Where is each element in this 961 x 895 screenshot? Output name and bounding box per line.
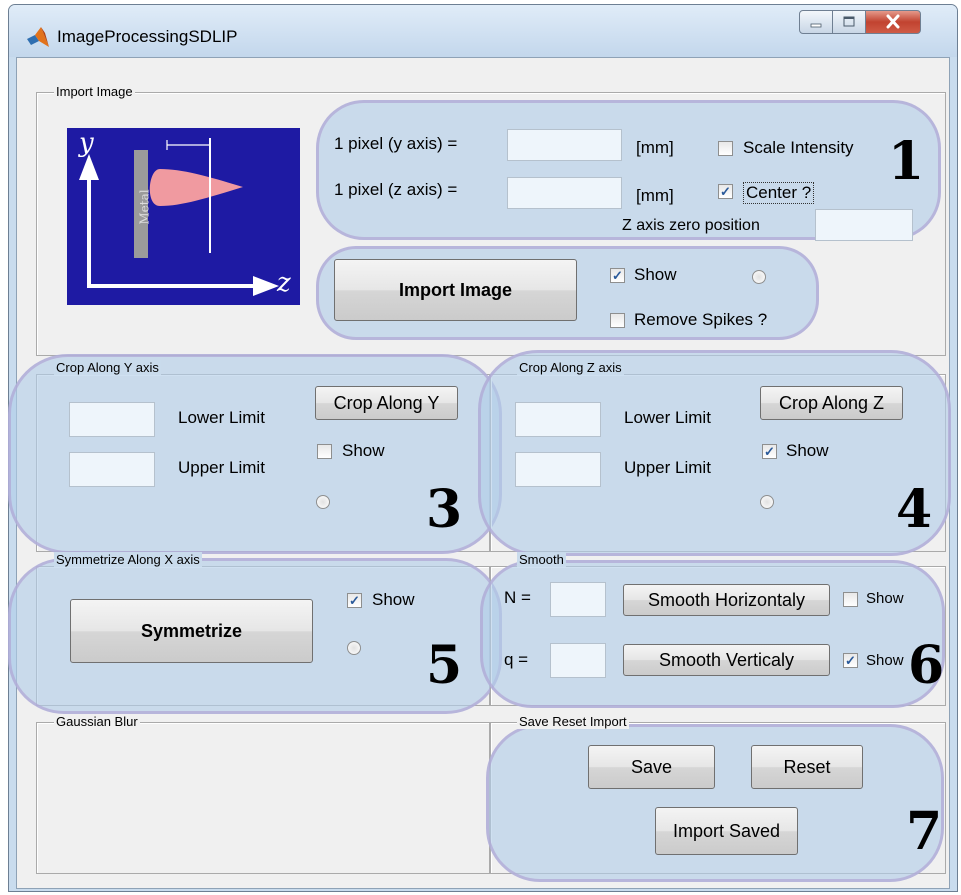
smooth-title: Smooth [517, 552, 566, 567]
symmetrize-radio[interactable] [347, 641, 361, 655]
smooth-vertical-button-label: Smooth Verticaly [658, 649, 795, 670]
diagram-svg [79, 138, 279, 296]
region-4-number: 4 [896, 479, 933, 540]
save-reset-title: Save Reset Import [517, 714, 629, 729]
smooth-horizontal-button[interactable]: Smooth Horizontaly [623, 584, 830, 616]
smooth-v-show-label: Show [866, 652, 904, 669]
smooth-q-input[interactable] [550, 643, 606, 678]
symmetrize-button[interactable]: Symmetrize [70, 599, 313, 663]
diagram-z-label: z [277, 268, 291, 298]
reset-button[interactable]: Reset [751, 745, 863, 789]
crop-y-title: Crop Along Y axis [54, 360, 161, 375]
diagram-metal-label: Metal [137, 189, 152, 225]
save-button-label: Save [630, 756, 673, 777]
import-saved-button-label: Import Saved [672, 820, 781, 841]
scale-intensity-label: Scale Intensity [743, 138, 854, 157]
import-image-button[interactable]: Import Image [334, 259, 577, 321]
import-radio[interactable] [752, 270, 766, 284]
crop-y-lower-label: Lower Limit [178, 408, 265, 427]
crop-z-lower-input[interactable] [515, 402, 601, 437]
import-image-button-label: Import Image [398, 279, 513, 300]
matlab-icon [27, 27, 49, 47]
region-6-number: 6 [908, 635, 945, 696]
crop-z-show-checkbox[interactable]: ✓ [762, 444, 777, 459]
smooth-n-label: N = [504, 588, 531, 607]
gaussian-blur-title: Gaussian Blur [54, 714, 140, 729]
symmetrize-show-label: Show [372, 590, 415, 609]
import-show-label: Show [634, 265, 677, 284]
center-label: Center ? [743, 182, 815, 204]
smooth-vertical-button[interactable]: Smooth Verticaly [623, 644, 830, 676]
region-3-number: 3 [426, 479, 463, 540]
remove-spikes-label: Remove Spikes ? [634, 310, 768, 329]
symmetrize-title: Symmetrize Along X axis [54, 552, 202, 567]
crop-y-show-checkbox[interactable] [317, 444, 332, 459]
close-icon [886, 14, 900, 29]
crop-y-upper-input[interactable] [69, 452, 155, 487]
z-zero-label: Z axis zero position [622, 217, 760, 234]
crop-y-lower-input[interactable] [69, 402, 155, 437]
region-5-number: 5 [426, 635, 463, 696]
minimize-button[interactable] [799, 10, 833, 34]
unit-y-label: [mm] [636, 138, 674, 157]
symmetrize-show-checkbox[interactable]: ✓ [347, 593, 362, 608]
crop-z-radio[interactable] [760, 495, 774, 509]
pixel-z-label: 1 pixel (z axis) = [334, 180, 458, 199]
crop-z-button[interactable]: Crop Along Z [760, 386, 903, 420]
crop-z-show-label: Show [786, 441, 829, 460]
crop-y-button[interactable]: Crop Along Y [315, 386, 458, 420]
crop-y-radio[interactable] [316, 495, 330, 509]
pixel-z-input[interactable] [507, 177, 622, 209]
center-checkbox[interactable]: ✓ [718, 184, 733, 199]
smooth-horizontal-button-label: Smooth Horizontaly [647, 589, 806, 610]
maximize-icon [843, 16, 855, 27]
title-bar[interactable]: ImageProcessingSDLIP [9, 5, 957, 57]
import-show-checkbox[interactable]: ✓ [610, 268, 625, 283]
pixel-y-input[interactable] [507, 129, 622, 161]
diagram-y-label: y [79, 128, 94, 158]
crop-y-upper-label: Upper Limit [178, 458, 265, 477]
minimize-icon [810, 23, 822, 28]
reset-button-label: Reset [783, 756, 831, 777]
smooth-v-show-checkbox[interactable]: ✓ [843, 653, 858, 668]
smooth-h-show-checkbox[interactable] [843, 592, 858, 607]
save-button[interactable]: Save [588, 745, 715, 789]
crop-z-title: Crop Along Z axis [517, 360, 624, 375]
close-button[interactable] [865, 10, 921, 34]
smooth-h-show-label: Show [866, 590, 904, 607]
maximize-button[interactable] [832, 10, 866, 34]
crop-y-button-label: Crop Along Y [333, 392, 440, 413]
crop-z-upper-input[interactable] [515, 452, 601, 487]
unit-z-label: [mm] [636, 186, 674, 205]
import-image-title: Import Image [54, 84, 135, 99]
region-7-highlight [486, 724, 944, 882]
pixel-y-label: 1 pixel (y axis) = [334, 134, 458, 153]
z-zero-input[interactable] [815, 209, 913, 241]
region-7-number: 7 [906, 801, 943, 862]
crop-z-lower-label: Lower Limit [624, 408, 711, 427]
crop-y-show-label: Show [342, 441, 385, 460]
symmetrize-button-label: Symmetrize [140, 620, 243, 641]
scale-intensity-checkbox[interactable] [718, 141, 733, 156]
smooth-n-input[interactable] [550, 582, 606, 617]
geometry-diagram: y z Metal [67, 128, 300, 305]
window-title: ImageProcessingSDLIP [57, 27, 238, 46]
gaussian-blur-panel [36, 722, 490, 874]
crop-z-button-label: Crop Along Z [778, 392, 885, 413]
smooth-q-label: q = [504, 650, 529, 669]
remove-spikes-checkbox[interactable] [610, 313, 625, 328]
crop-z-upper-label: Upper Limit [624, 458, 711, 477]
import-saved-button[interactable]: Import Saved [655, 807, 798, 855]
region-1-number: 1 [888, 131, 925, 192]
